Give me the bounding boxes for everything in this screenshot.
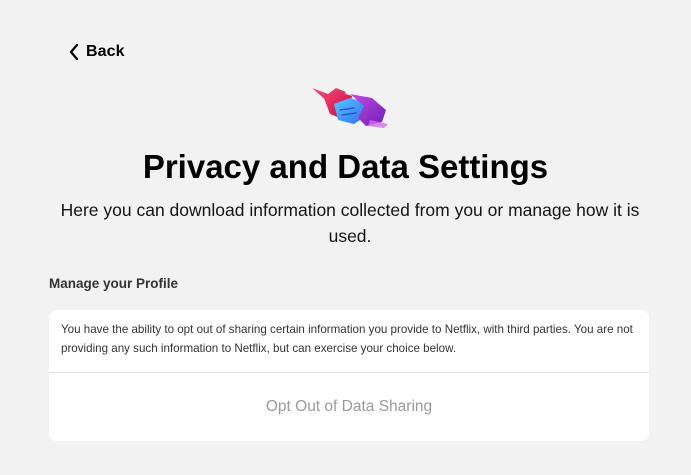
- handshake-icon: [310, 80, 390, 132]
- opt-out-button[interactable]: Opt Out of Data Sharing: [49, 373, 649, 441]
- page-title: Privacy and Data Settings: [142, 148, 549, 185]
- section-label-manage-profile: Manage your Profile: [49, 276, 179, 291]
- profile-card: You have the ability to opt out of shari…: [49, 310, 649, 441]
- back-button[interactable]: Back: [68, 40, 125, 64]
- card-description: You have the ability to opt out of shari…: [61, 323, 633, 355]
- chevron-left-icon: [69, 43, 79, 61]
- back-label: Back: [86, 43, 125, 60]
- page-subtitle: Here you can download information collec…: [60, 200, 640, 246]
